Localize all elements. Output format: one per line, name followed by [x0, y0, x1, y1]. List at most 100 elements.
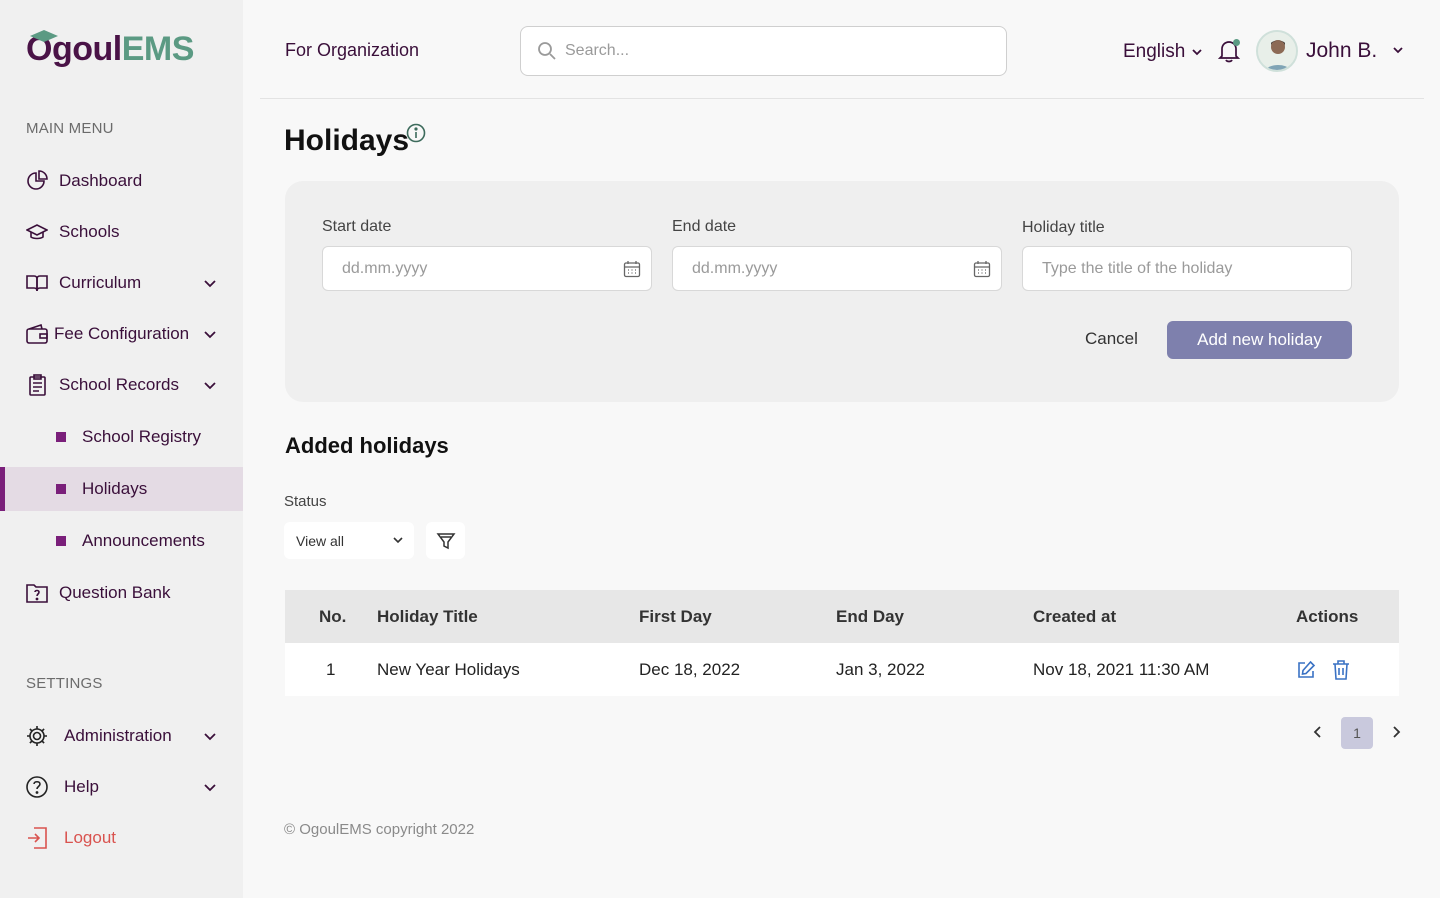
cell-first-day: Dec 18, 2022 [639, 659, 741, 679]
calendar-icon[interactable] [973, 260, 991, 278]
question-circle-icon [26, 776, 48, 798]
chevron-down-icon[interactable] [203, 378, 217, 392]
calendar-icon[interactable] [623, 260, 641, 278]
added-holidays-title: Added holidays [285, 433, 449, 458]
sidebar-item-announcements[interactable]: Announcements [0, 519, 243, 563]
sidebar-item-label: School Registry [82, 427, 202, 446]
gear-icon [26, 725, 48, 747]
info-icon[interactable] [406, 123, 426, 143]
sidebar-item-administration[interactable]: Administration [0, 714, 243, 758]
add-holiday-form: Start date End date Holiday title Cancel… [285, 181, 1399, 402]
footer-copyright: © OgoulEMS copyright 2022 [284, 821, 475, 838]
start-date-label: Start date [322, 218, 392, 235]
settings-heading: SETTINGS [26, 675, 103, 692]
cell-title: New Year Holidays [377, 659, 520, 679]
sidebar-item-label: Administration [64, 726, 172, 745]
cancel-button[interactable]: Cancel [1085, 329, 1138, 349]
sidebar-item-label: Question Bank [59, 583, 171, 602]
edit-icon [1298, 660, 1316, 678]
search-box[interactable] [520, 26, 1007, 76]
sidebar-item-label: Dashboard [59, 171, 143, 190]
sidebar-item-help[interactable]: Help [0, 765, 243, 809]
filter-button[interactable] [426, 522, 465, 559]
edit-button[interactable] [1296, 660, 1316, 680]
filter-icon [436, 532, 455, 549]
delete-button[interactable] [1332, 659, 1350, 680]
trash-icon [1333, 659, 1349, 680]
search-icon [538, 42, 556, 60]
holiday-title-label: Holiday title [1022, 219, 1105, 236]
sidebar-item-school-records[interactable]: School Records [0, 363, 243, 407]
notification-button[interactable] [1217, 39, 1241, 68]
sidebar-item-question-bank[interactable]: Question Bank [0, 571, 243, 615]
status-label: Status [284, 493, 327, 510]
avatar[interactable] [1256, 30, 1298, 72]
search-input[interactable] [565, 39, 985, 63]
sidebar-item-label: Announcements [82, 531, 205, 550]
bullet-square-icon [56, 484, 66, 494]
chevron-down-icon[interactable] [203, 276, 217, 290]
user-avatar-icon [1258, 32, 1296, 70]
top-header: For Organization English John B. [260, 0, 1424, 99]
table-row: 1 New Year Holidays Dec 18, 2022 Jan 3, … [285, 643, 1399, 696]
sidebar-item-logout[interactable]: Logout [0, 816, 243, 860]
language-label: English [1123, 41, 1186, 62]
holidays-table: No. Holiday Title First Day End Day Crea… [285, 590, 1399, 696]
end-date-field[interactable] [672, 246, 1002, 291]
bullet-square-icon [56, 536, 66, 546]
column-header-actions: Actions [1296, 606, 1359, 626]
sidebar: OgoulEMS MAIN MENU Dashboard Schools Cur… [0, 0, 243, 898]
sidebar-item-label: School Records [59, 375, 180, 394]
clipboard-icon [26, 374, 48, 396]
holiday-title-field[interactable] [1022, 246, 1352, 291]
chevron-down-icon [393, 537, 403, 544]
graduation-cap-icon [26, 221, 48, 243]
column-header-end-day: End Day [836, 606, 905, 626]
add-holiday-button[interactable]: Add new holiday [1167, 321, 1352, 359]
end-date-input[interactable] [692, 258, 962, 280]
column-header-no: No. [319, 606, 347, 626]
status-dropdown[interactable]: View all [284, 522, 414, 559]
column-header-first-day: First Day [639, 606, 712, 626]
main-menu-heading: MAIN MENU [26, 120, 114, 137]
start-date-input[interactable] [342, 258, 612, 280]
chevron-down-icon[interactable] [203, 327, 217, 341]
page-title: Holidays [284, 124, 410, 157]
chevron-down-icon[interactable] [203, 729, 217, 743]
org-label: For Organization [285, 40, 420, 60]
holiday-title-input[interactable] [1042, 258, 1342, 280]
sidebar-item-curriculum[interactable]: Curriculum [0, 261, 243, 305]
sidebar-item-holidays[interactable]: Holidays [0, 467, 243, 511]
end-date-label: End date [672, 218, 737, 235]
sidebar-item-label: Holidays [82, 479, 148, 498]
sidebar-item-label: Logout [64, 828, 116, 847]
chevron-left-icon[interactable] [1312, 725, 1324, 739]
cell-end-day: Jan 3, 2022 [836, 659, 925, 679]
sidebar-item-dashboard[interactable]: Dashboard [0, 159, 243, 203]
chevron-down-icon [1192, 49, 1202, 56]
chevron-right-icon[interactable] [1390, 725, 1402, 739]
sidebar-item-label: Fee Configuration [54, 324, 190, 343]
sidebar-item-fee-configuration[interactable]: Fee Configuration [0, 312, 243, 356]
sidebar-item-schools[interactable]: Schools [0, 210, 243, 254]
user-name[interactable]: John B. [1306, 39, 1377, 63]
logo-text-part2: EMS [121, 30, 195, 68]
sidebar-item-school-registry[interactable]: School Registry [0, 415, 243, 459]
page-number-button[interactable]: 1 [1341, 717, 1373, 749]
sidebar-item-label: Help [64, 777, 99, 796]
book-open-icon [26, 272, 48, 294]
table-header-row: No. Holiday Title First Day End Day Crea… [285, 590, 1399, 643]
pie-chart-icon [26, 170, 48, 192]
sidebar-item-label: Curriculum [59, 273, 142, 292]
column-header-title: Holiday Title [377, 606, 478, 626]
chevron-down-icon[interactable] [1392, 44, 1404, 56]
status-value: View all [296, 532, 344, 549]
cell-no: 1 [326, 659, 336, 679]
column-header-created-at: Created at [1033, 606, 1117, 626]
sidebar-item-label: Schools [59, 222, 120, 241]
logout-icon [26, 827, 48, 849]
language-selector[interactable]: English [1123, 41, 1203, 63]
start-date-field[interactable] [322, 246, 652, 291]
chevron-down-icon[interactable] [203, 780, 217, 794]
wallet-icon [26, 323, 48, 345]
